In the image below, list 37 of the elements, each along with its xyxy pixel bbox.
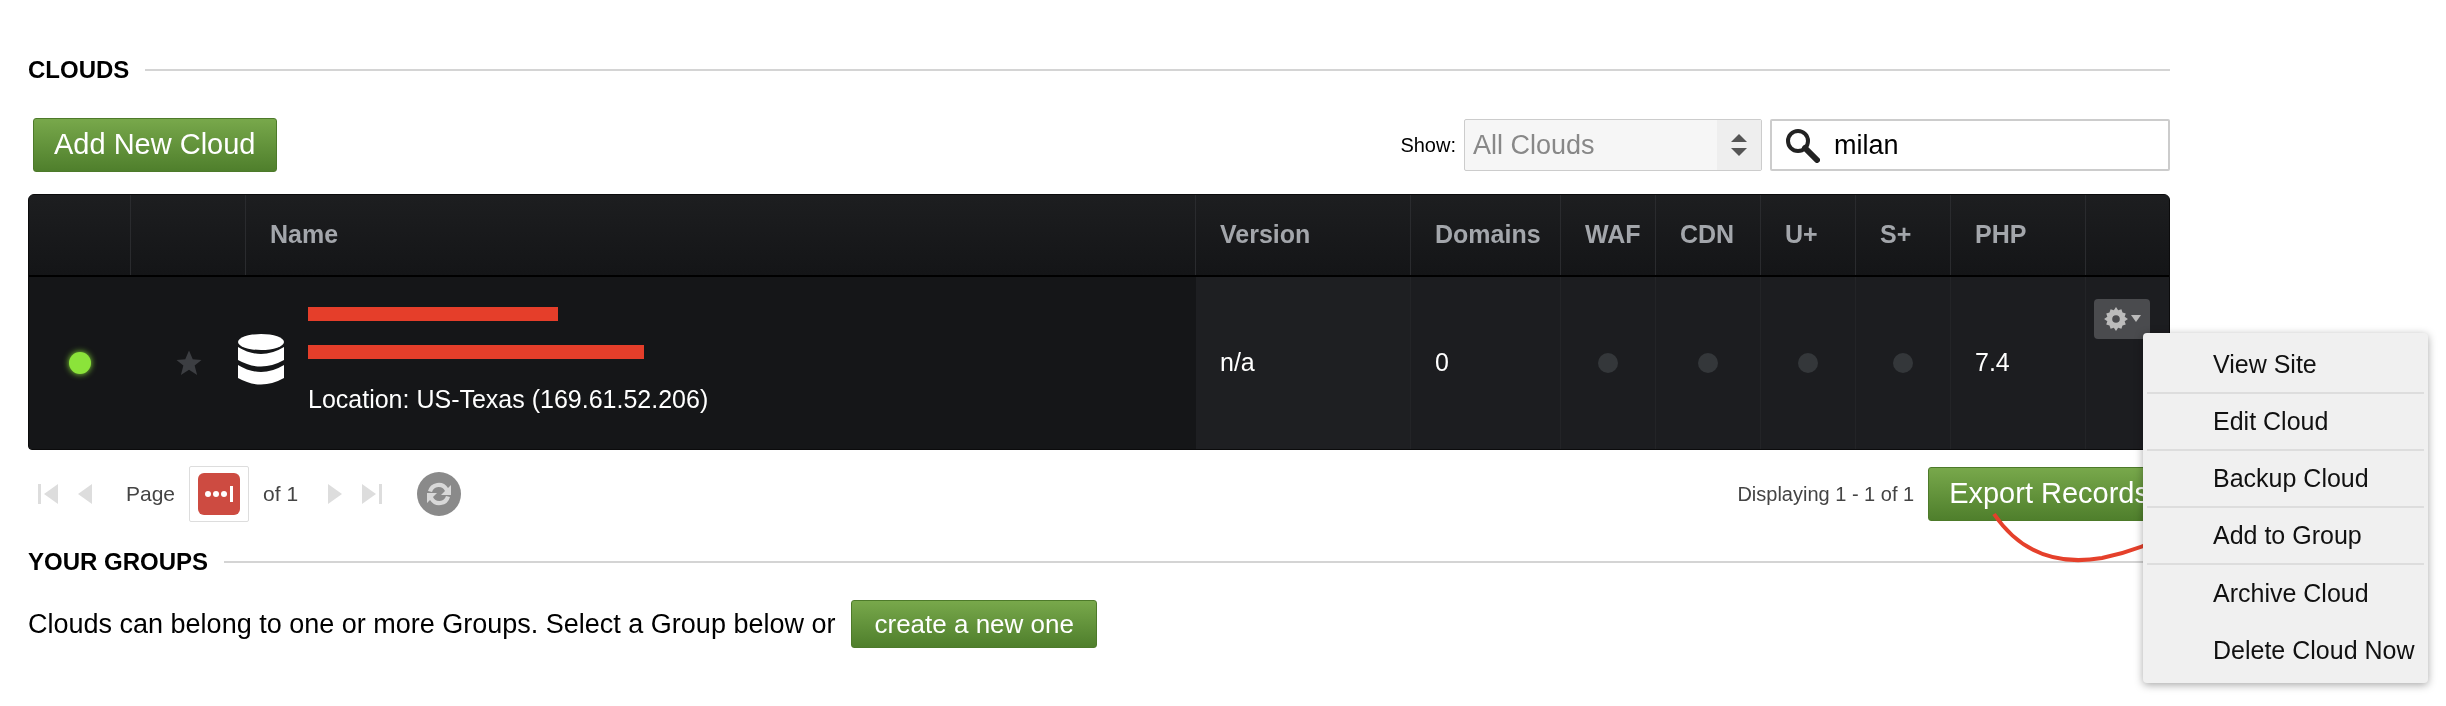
column-header[interactable]: Domains	[1435, 216, 1541, 254]
section-title: YOUR GROUPS	[28, 547, 209, 577]
refresh-icon[interactable]	[416, 471, 463, 517]
column-header[interactable]: WAF	[1585, 216, 1641, 254]
previous-page-icon[interactable]	[76, 482, 94, 506]
password-manager-icon	[198, 473, 241, 515]
location-text: Location: US-Texas (169.61.52.206)	[308, 384, 709, 416]
gear-menu-button[interactable]	[2094, 299, 2150, 339]
updown-icon	[1729, 131, 1749, 159]
search-icon	[1784, 127, 1820, 163]
column-header[interactable]: Version	[1220, 216, 1311, 254]
php-cell-text: 7.4	[1975, 347, 2010, 379]
column-header[interactable]: U+	[1785, 216, 1818, 254]
menu-item[interactable]: Delete Cloud Now	[2147, 622, 2424, 679]
caret-icon	[2131, 315, 2141, 323]
gear-icon	[2103, 306, 2129, 332]
version-cell-text: n/a	[1220, 347, 1255, 379]
menu-item[interactable]: Edit Cloud	[2147, 394, 2424, 451]
domains-cell-text: 0	[1435, 347, 1449, 379]
create-group-button[interactable]: create a new one	[851, 600, 1097, 648]
page-field[interactable]	[189, 466, 250, 522]
add-cloud-button[interactable]: Add New Cloud	[33, 118, 277, 172]
groups-description: Clouds can belong to one or more Groups. Select a Group below or	[28, 607, 836, 641]
column-header[interactable]: CDN	[1680, 216, 1735, 254]
menu-item[interactable]: Backup Cloud	[2147, 451, 2424, 508]
page-count: of 1	[263, 481, 299, 508]
filter-label: Show:	[1400, 133, 1456, 158]
column-header[interactable]: PHP	[1975, 216, 2027, 254]
page-label: Page	[126, 481, 176, 508]
menu-item[interactable]: View Site	[2147, 337, 2424, 394]
displaying-text: Displaying 1 - 1 of 1	[1737, 482, 1915, 507]
menu-item[interactable]: Archive Cloud	[2147, 565, 2424, 622]
menu-item[interactable]: Add to Group	[2147, 508, 2424, 565]
column-header[interactable]: S+	[1880, 216, 1912, 254]
section-title: CLOUDS	[28, 55, 130, 85]
column-header[interactable]: Name	[270, 216, 339, 254]
search-field[interactable]: milan	[1770, 119, 2170, 171]
